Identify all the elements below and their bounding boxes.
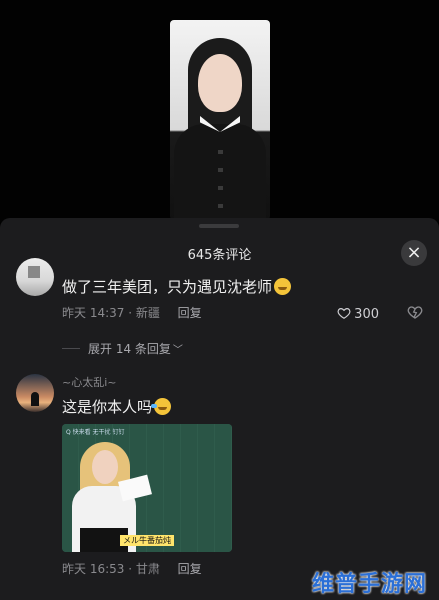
avatar-image	[28, 266, 40, 278]
video-player[interactable]	[0, 0, 439, 222]
watermark-logo: 维普手游网	[311, 572, 427, 597]
heart-icon	[337, 308, 351, 319]
drag-handle[interactable]	[199, 224, 239, 228]
avatar-image	[31, 392, 39, 406]
comment-text: 做了三年美团，只为遇见沈老师	[62, 276, 292, 297]
chevron-down-icon: ﹀	[172, 345, 183, 356]
expand-replies-label: 展开 14 条回复	[88, 342, 171, 356]
expand-replies-button[interactable]: 展开 14 条回复 ﹀	[62, 340, 183, 357]
comment-text-content: 这是你本人吗	[62, 398, 153, 416]
like-count: 300	[354, 307, 379, 322]
image-person-face	[92, 450, 118, 484]
comment-time-location: 昨天 16:53 · 甘肃	[62, 562, 160, 576]
divider-line	[62, 348, 80, 349]
like-button[interactable]: 300	[337, 306, 379, 322]
comment-meta: 昨天 14:37 · 新疆 回复	[62, 304, 202, 321]
comment-time-location: 昨天 14:37 · 新疆	[62, 306, 160, 320]
comment-image[interactable]: Q 快来看 无干扰 钉钉 メル牛番茄炖	[62, 424, 232, 552]
video-person-face	[198, 54, 242, 112]
comment-count-title: 645条评论	[187, 248, 252, 263]
reply-button[interactable]: 回复	[178, 306, 202, 320]
comment-text-content: 做了三年美团，只为遇见沈老师	[62, 278, 273, 296]
dislike-heart-icon[interactable]	[407, 304, 423, 320]
image-subtitle: メル牛番茄炖	[120, 535, 174, 546]
video-thumbnail	[170, 20, 270, 220]
reply-button[interactable]: 回复	[178, 562, 202, 576]
image-top-text: Q 快来看 无干扰 钉钉	[66, 429, 125, 436]
laughing-crying-face-icon	[151, 398, 172, 415]
smiling-face-icon	[274, 278, 292, 295]
username[interactable]: ~心太乱i~	[62, 374, 117, 390]
close-button[interactable]: ×	[401, 240, 427, 266]
close-icon: ×	[406, 242, 422, 263]
comment-sheet: 645条评论 × 做了三年美团，只为遇见沈老师 昨天 14:37 · 新疆 回复…	[0, 218, 439, 600]
avatar[interactable]	[16, 258, 54, 296]
video-person-buttons	[218, 150, 223, 210]
comment-meta: 昨天 16:53 · 甘肃 回复	[62, 560, 202, 577]
avatar[interactable]	[16, 374, 54, 412]
comment-text: 这是你本人吗	[62, 396, 172, 417]
